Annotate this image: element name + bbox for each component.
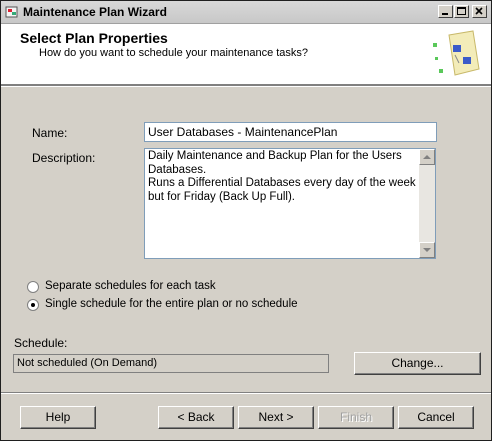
close-icon [475, 7, 483, 15]
close-button[interactable] [472, 5, 487, 18]
back-button[interactable]: < Back [158, 406, 234, 429]
wizard-app-icon [5, 6, 18, 18]
radio-label-separate: Separate schedules for each task [45, 280, 216, 292]
wizard-header: Select Plan Properties How do you want t… [1, 24, 491, 85]
radio-label-single: Single schedule for the entire plan or n… [45, 298, 298, 310]
help-button[interactable]: Help [20, 406, 96, 429]
footer-divider [1, 392, 491, 394]
schedule-label: Schedule: [14, 336, 68, 350]
radio-button[interactable] [27, 281, 39, 293]
scroll-down-button[interactable] [419, 242, 435, 258]
scrollbar-track[interactable] [419, 165, 435, 242]
radio-selected-dot [31, 303, 35, 307]
minimize-button[interactable] [438, 5, 453, 18]
minimize-icon [442, 13, 448, 15]
page-subtitle: How do you want to schedule your mainten… [39, 47, 309, 59]
maximize-icon [457, 7, 466, 15]
window-title: Maintenance Plan Wizard [23, 5, 167, 19]
scroll-down-icon [423, 248, 431, 252]
description-text: Daily Maintenance and Backup Plan for th… [148, 150, 416, 203]
name-label: Name: [32, 126, 68, 140]
description-field[interactable]: Daily Maintenance and Backup Plan for th… [144, 148, 436, 259]
wizard-window: Maintenance Plan Wizard Select Plan Prop… [0, 0, 492, 441]
name-field[interactable]: User Databases - MaintenancePlan [144, 122, 437, 142]
maximize-button[interactable] [454, 5, 469, 18]
header-divider [1, 85, 491, 87]
description-label: Description: [32, 151, 96, 165]
next-button[interactable]: Next > [238, 406, 314, 429]
schedule-value-field: Not scheduled (On Demand) [13, 354, 329, 373]
change-schedule-button[interactable]: Change... [354, 352, 481, 375]
wizard-graphic-icon [433, 30, 480, 76]
scroll-up-icon [423, 155, 431, 159]
cancel-button[interactable]: Cancel [398, 406, 474, 429]
title-bar[interactable]: Maintenance Plan Wizard [1, 1, 491, 24]
page-title: Select Plan Properties [20, 30, 168, 46]
description-scrollbar[interactable] [419, 149, 435, 258]
radio-button[interactable] [27, 299, 39, 311]
scroll-up-button[interactable] [419, 149, 435, 165]
finish-button[interactable]: Finish [318, 406, 394, 429]
